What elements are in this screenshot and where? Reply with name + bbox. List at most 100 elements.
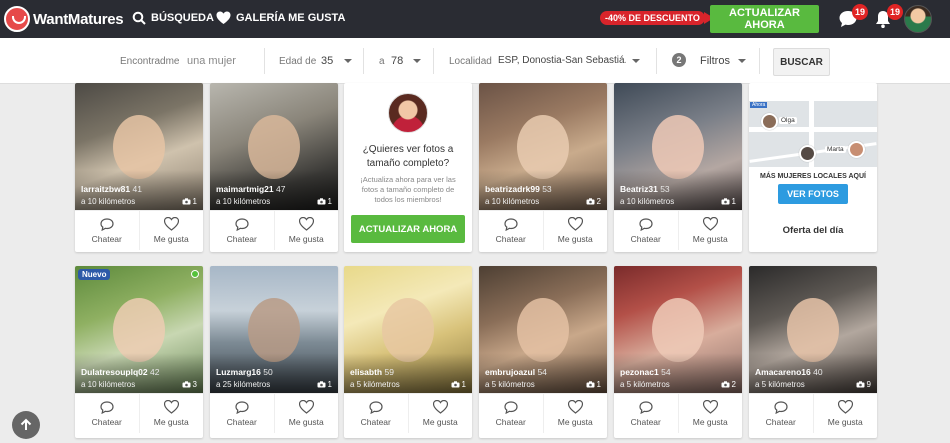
profile-actions: Chatear Me gusta	[344, 393, 472, 433]
user-avatar[interactable]	[904, 5, 932, 33]
photo-count: 2	[721, 380, 736, 389]
profile-photo[interactable]: Nuevo Dulatresouplq02 42 a 10 kilómetros…	[75, 266, 203, 393]
chat-button[interactable]: Chatear	[614, 394, 678, 433]
like-button[interactable]: Me gusta	[677, 394, 743, 433]
photo-count: 1	[451, 380, 466, 389]
chat-button[interactable]: Chatear	[75, 211, 139, 250]
profile-photo[interactable]: elisabth 59 a 5 kilómetros 1	[344, 266, 472, 393]
profile-name[interactable]: Amacareno16 40	[755, 367, 823, 377]
nav-search[interactable]: BÚSQUEDA	[132, 11, 214, 25]
chevron-down-icon[interactable]	[344, 59, 352, 63]
chat-button[interactable]: Chatear	[479, 211, 543, 250]
heart-icon	[567, 400, 583, 414]
profile-distance: a 10 kilómetros	[620, 197, 675, 206]
profile-age: 59	[384, 367, 394, 377]
like-button[interactable]: Me gusta	[273, 211, 339, 250]
profile-photo[interactable]: Beatriz31 53 a 10 kilómetros 1	[614, 83, 742, 210]
chat-label: Chatear	[91, 416, 122, 427]
chat-bubble-icon	[639, 217, 653, 231]
chat-label: Chatear	[91, 233, 122, 244]
chat-button[interactable]: Chatear	[614, 211, 678, 250]
like-button[interactable]: Me gusta	[812, 394, 878, 433]
chat-button[interactable]: Chatear	[210, 211, 274, 250]
like-button[interactable]: Me gusta	[542, 394, 608, 433]
chat-button[interactable]: Chatear	[749, 394, 813, 433]
messages-button[interactable]: 19	[838, 4, 868, 31]
map-pin-avatar[interactable]	[799, 145, 816, 162]
chevron-down-icon[interactable]	[738, 59, 746, 63]
chat-button[interactable]: Chatear	[344, 394, 408, 433]
like-label: Me gusta	[557, 417, 593, 427]
photo-count-value: 1	[596, 380, 601, 389]
discount-promo[interactable]: -40% DE DESCUENTO	[600, 11, 714, 25]
divider	[363, 48, 364, 74]
map-caption: MÁS MUJERES LOCALES AQUÍ	[760, 173, 866, 180]
profile-photo[interactable]: embrujoazul 54 a 5 kilómetros 1	[479, 266, 607, 393]
profile-photo[interactable]: pezonac1 54 a 5 kilómetros 2	[614, 266, 742, 393]
age-from-select[interactable]: 35	[321, 55, 333, 67]
photo-count: 3	[182, 380, 197, 389]
profile-name[interactable]: beatrizadrk99 53	[485, 184, 552, 194]
nav-like-gallery[interactable]: GALERÍA ME GUSTA	[216, 11, 345, 25]
map[interactable]: Ahora Olga Marta	[749, 101, 877, 167]
profile-photo[interactable]: maimartmig21 47 a 10 kilómetros 1	[210, 83, 338, 210]
profile-name[interactable]: larraitzbw81 41	[81, 184, 142, 194]
profile-name[interactable]: elisabth 59	[350, 367, 394, 377]
chat-bubble-icon	[369, 400, 383, 414]
profile-distance: a 5 kilómetros	[620, 380, 670, 389]
camera-icon	[182, 198, 191, 205]
location-select[interactable]: ESP, Donostia-San Sebastiá...	[498, 55, 626, 66]
age-from-label: Edad de	[279, 56, 317, 67]
upgrade-button[interactable]: ACTUALIZAR AHORA	[710, 5, 819, 33]
like-button[interactable]: Me gusta	[138, 394, 204, 433]
photo-count: 1	[317, 197, 332, 206]
profile-photo[interactable]: beatrizadrk99 53 a 10 kilómetros 2	[479, 83, 607, 210]
profile-distance: a 10 kilómetros	[216, 197, 271, 206]
profile-photo[interactable]: Amacareno16 40 a 5 kilómetros 9	[749, 266, 877, 393]
profile-photo[interactable]: larraitzbw81 41 a 10 kilómetros 1	[75, 83, 203, 210]
profile-name[interactable]: embrujoazul 54	[485, 367, 547, 377]
promo-upgrade-button[interactable]: ACTUALIZAR AHORA	[351, 215, 465, 243]
profile-name[interactable]: maimartmig21 47	[216, 184, 285, 194]
top-navigation: WantMatures BÚSQUEDA GALERÍA ME GUSTA -4…	[0, 0, 950, 38]
chat-button[interactable]: Chatear	[479, 394, 543, 433]
profile-age: 53	[660, 184, 670, 194]
like-button[interactable]: Me gusta	[677, 211, 743, 250]
profile-username: elisabth	[350, 367, 383, 377]
profile-distance: a 25 kilómetros	[216, 380, 271, 389]
chevron-down-icon[interactable]	[632, 59, 640, 63]
filters-dropdown[interactable]: Filtros	[700, 55, 730, 67]
heart-icon	[567, 217, 583, 231]
search-button[interactable]: BUSCAR	[773, 48, 830, 76]
like-button[interactable]: Me gusta	[542, 211, 608, 250]
like-button[interactable]: Me gusta	[138, 211, 204, 250]
logo[interactable]: WantMatures	[4, 6, 124, 32]
profile-card: larraitzbw81 41 a 10 kilómetros 1 Chatea…	[75, 83, 203, 252]
like-button[interactable]: Me gusta	[407, 394, 473, 433]
like-button[interactable]: Me gusta	[273, 394, 339, 433]
map-pin-avatar[interactable]	[848, 141, 865, 158]
find-select[interactable]: una mujer	[187, 55, 236, 67]
offer-of-the-day[interactable]: Oferta del día	[749, 225, 877, 236]
profile-name[interactable]: pezonac1 54	[620, 367, 671, 377]
profile-name[interactable]: Dulatresouplq02 42	[81, 367, 159, 377]
profile-username: maimartmig21	[216, 184, 274, 194]
profile-distance: a 5 kilómetros	[485, 380, 535, 389]
photo-count-value: 9	[866, 380, 871, 389]
map-pin-avatar[interactable]	[761, 113, 778, 130]
scroll-to-top-button[interactable]	[12, 411, 40, 439]
chat-button[interactable]: Chatear	[75, 394, 139, 433]
chat-button[interactable]: Chatear	[210, 394, 274, 433]
profile-actions: Chatear Me gusta	[479, 210, 607, 250]
age-to-select[interactable]: 78	[391, 55, 403, 67]
chevron-down-icon[interactable]	[413, 59, 421, 63]
profile-actions: Chatear Me gusta	[75, 210, 203, 250]
profile-photo[interactable]: Luzmarg16 50 a 25 kilómetros 1	[210, 266, 338, 393]
notifications-button[interactable]: 19	[873, 4, 903, 31]
profile-age: 50	[263, 367, 273, 377]
map-pin-label: Marta	[825, 146, 846, 153]
profile-name[interactable]: Beatriz31 53	[620, 184, 670, 194]
profile-name[interactable]: Luzmarg16 50	[216, 367, 273, 377]
view-photos-button[interactable]: VER FOTOS	[778, 184, 848, 204]
camera-icon	[586, 381, 595, 388]
